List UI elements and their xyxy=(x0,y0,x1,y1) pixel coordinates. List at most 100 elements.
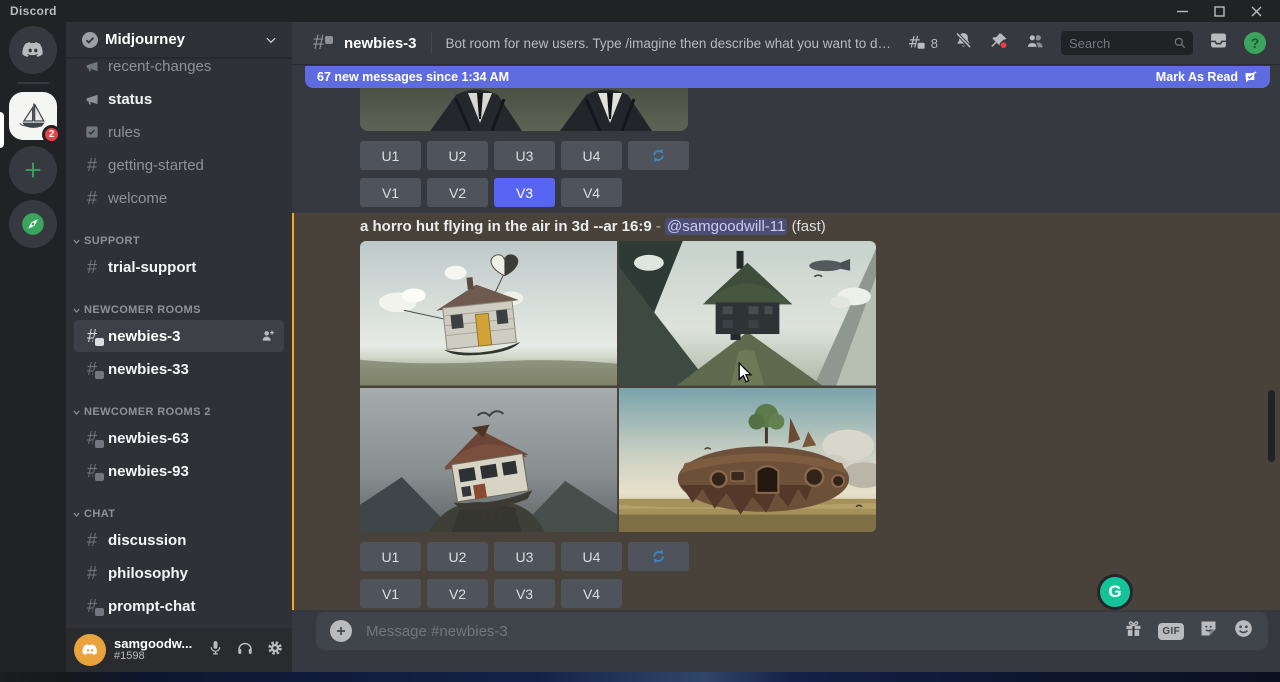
reroll-button[interactable] xyxy=(628,542,689,571)
u1-button[interactable]: U1 xyxy=(360,141,421,170)
discord-home-button[interactable] xyxy=(9,26,57,74)
channel-newbies-3[interactable]: # newbies-3 xyxy=(74,320,284,352)
settings-gear-icon[interactable] xyxy=(266,639,284,662)
mark-as-read-button[interactable]: Mark As Read xyxy=(1156,70,1258,85)
microphone-icon[interactable] xyxy=(207,639,224,661)
help-icon[interactable]: ? xyxy=(1244,32,1266,54)
u4-button[interactable]: U4 xyxy=(561,141,622,170)
maximize-icon[interactable] xyxy=(1214,6,1225,17)
grammarly-widget[interactable]: G xyxy=(1097,574,1133,610)
search-input[interactable] xyxy=(1069,36,1173,51)
channel-discussion[interactable]: # discussion xyxy=(74,524,284,556)
user-avatar[interactable] xyxy=(74,634,106,666)
mark-read-icon xyxy=(1243,70,1258,85)
user-panel: samgoodw... #1598 xyxy=(66,628,292,672)
hash-bubble-icon: # xyxy=(82,461,102,481)
u3-button[interactable]: U3 xyxy=(494,141,555,170)
member-list-icon[interactable] xyxy=(1024,30,1046,57)
channel-newbies-93[interactable]: # newbies-93 xyxy=(74,455,284,487)
chat-area: # newbies-3 Bot room for new users. Type… xyxy=(292,22,1280,672)
pinned-messages-icon[interactable] xyxy=(989,31,1009,56)
message-input[interactable] xyxy=(366,623,1123,640)
channel-rules[interactable]: rules xyxy=(74,116,284,148)
search-icon xyxy=(1173,36,1187,50)
channel-getting-started[interactable]: # getting-started xyxy=(74,149,284,181)
channel-status[interactable]: status xyxy=(74,83,284,115)
search-box[interactable] xyxy=(1061,31,1193,55)
close-icon[interactable] xyxy=(1251,6,1262,17)
channel-label: discussion xyxy=(108,532,186,549)
v4-button[interactable]: V4 xyxy=(561,579,622,608)
v3-button[interactable]: V3 xyxy=(494,579,555,608)
chat-scrollbar-thumb[interactable] xyxy=(1268,390,1275,462)
generated-image-4[interactable] xyxy=(619,388,876,533)
refresh-icon xyxy=(650,548,667,565)
section-chevron-icon xyxy=(72,510,81,519)
u3-button[interactable]: U3 xyxy=(494,542,555,571)
u2-button[interactable]: U2 xyxy=(427,542,488,571)
u4-button[interactable]: U4 xyxy=(561,542,622,571)
channel-prompt-chat[interactable]: # prompt-chat xyxy=(74,590,284,622)
v2-button[interactable]: V2 xyxy=(427,178,488,207)
generated-image-grid[interactable] xyxy=(360,241,876,532)
channel-newbies-33[interactable]: # newbies-33 xyxy=(74,353,284,385)
variation-row-msg2: V1 V2 V3 V4 xyxy=(360,579,622,608)
channel-recent-changes[interactable]: recent-changes xyxy=(74,59,284,82)
channel-label: philosophy xyxy=(108,565,188,582)
channel-welcome[interactable]: # welcome xyxy=(74,182,284,214)
taskbar-strip xyxy=(0,672,1280,682)
gif-picker-button[interactable]: GIF xyxy=(1158,623,1184,640)
new-messages-banner[interactable]: 67 new messages since 1:34 AM Mark As Re… xyxy=(305,66,1270,88)
variation-row-msg1: V1 V2 V3 V4 xyxy=(360,178,622,207)
channel-newbies-63[interactable]: # newbies-63 xyxy=(74,422,284,454)
message-content: a horro hut flying in the air in 3d --ar… xyxy=(360,218,826,235)
v4-button[interactable]: V4 xyxy=(561,178,622,207)
section-newcomer-rooms-2[interactable]: NEWCOMER ROOMS 2 xyxy=(66,403,292,421)
compass-icon xyxy=(20,211,46,237)
chevron-down-icon xyxy=(264,33,278,47)
section-label: CHAT xyxy=(84,508,115,520)
inbox-icon[interactable] xyxy=(1208,30,1229,56)
user-discriminator: #1598 xyxy=(114,651,192,663)
generated-image-3[interactable] xyxy=(360,388,617,533)
rail-divider xyxy=(17,82,49,84)
user-mention[interactable]: @samgoodwill-11 xyxy=(665,218,787,235)
reroll-button[interactable] xyxy=(628,141,689,170)
hash-icon: # xyxy=(82,563,102,583)
hash-icon: # xyxy=(82,530,102,550)
v3-button-active[interactable]: V3 xyxy=(494,178,555,207)
user-info[interactable]: samgoodw... #1598 xyxy=(114,637,192,662)
mention-count-badge: 2 xyxy=(42,125,61,144)
generated-image-previous[interactable] xyxy=(360,85,688,131)
add-server-button[interactable] xyxy=(9,146,57,194)
v1-button[interactable]: V1 xyxy=(360,579,421,608)
channel-label: newbies-3 xyxy=(108,328,181,345)
explore-servers-button[interactable] xyxy=(9,200,57,248)
headphones-icon[interactable] xyxy=(236,639,254,662)
channel-trial-support[interactable]: # trial-support xyxy=(74,251,284,283)
create-invite-icon[interactable] xyxy=(260,328,276,344)
generated-image-1[interactable] xyxy=(360,241,617,386)
section-label: NEWCOMER ROOMS xyxy=(84,304,201,316)
threads-button[interactable]: # 8 xyxy=(906,32,938,54)
notifications-muted-icon[interactable] xyxy=(953,30,974,56)
v1-button[interactable]: V1 xyxy=(360,178,421,207)
v2-button[interactable]: V2 xyxy=(427,579,488,608)
server-header[interactable]: Midjourney xyxy=(66,22,292,58)
message-composer: GIF xyxy=(316,612,1268,650)
emoji-picker-icon[interactable] xyxy=(1233,618,1254,644)
gift-icon[interactable] xyxy=(1123,618,1144,644)
channel-philosophy[interactable]: # philosophy xyxy=(74,557,284,589)
section-support[interactable]: SUPPORT xyxy=(66,232,292,250)
u2-button[interactable]: U2 xyxy=(427,141,488,170)
section-label: SUPPORT xyxy=(84,235,140,247)
sticker-icon[interactable] xyxy=(1198,618,1219,644)
minimize-icon[interactable] xyxy=(1177,6,1188,17)
section-newcomer-rooms[interactable]: NEWCOMER ROOMS xyxy=(66,301,292,319)
upscale-row-msg1: U1 U2 U3 U4 xyxy=(360,141,689,170)
section-chat[interactable]: CHAT xyxy=(66,505,292,523)
u1-button[interactable]: U1 xyxy=(360,542,421,571)
attach-file-button[interactable] xyxy=(330,620,352,642)
server-icon-midjourney[interactable]: 2 xyxy=(9,92,57,140)
channel-topic[interactable]: Bot room for new users. Type /imagine th… xyxy=(446,36,894,51)
